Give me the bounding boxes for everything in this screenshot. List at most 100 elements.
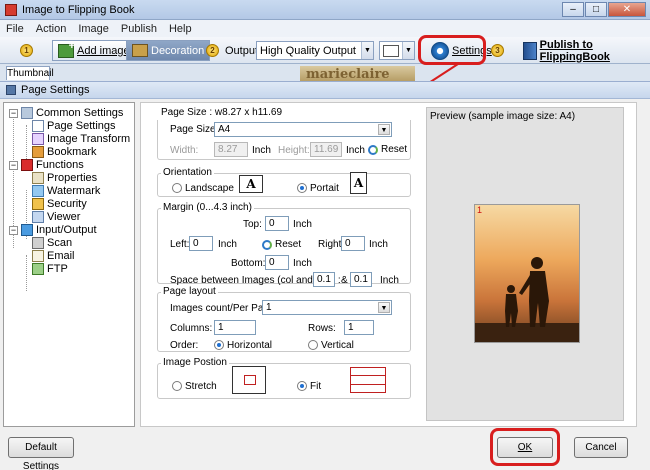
menu-action[interactable]: Action [36,23,67,35]
landscape-radio[interactable] [172,183,182,193]
settings-tree: − Common Settings Page Settings Image Tr… [3,102,135,427]
tree-item-viewer[interactable]: Viewer [32,211,80,223]
tree-label: FTP [47,263,68,275]
input-output-icon [21,224,33,236]
horizontal-radio[interactable] [214,340,224,350]
fit-label: Fit [310,381,322,392]
reset-icon [262,239,272,250]
stretch-radio[interactable] [172,381,182,391]
page-size-label: Page Size: [170,124,219,135]
portrait-page-icon: A [350,172,367,194]
margin-top-input[interactable]: 0 [265,216,289,231]
tree-label: Watermark [47,185,101,197]
margin-top-unit: Inch [293,219,312,230]
lock-icon [32,198,44,210]
portrait-radio[interactable] [297,183,307,193]
height-input[interactable]: 11.69 [310,142,342,157]
tree-item-ftp[interactable]: FTP [32,263,68,275]
step-3-icon[interactable]: 3 [491,44,504,57]
margin-top-label: Top: [243,219,262,230]
book-icon [523,41,537,60]
rows-input[interactable]: 1 [344,320,374,335]
tree-item-page-settings[interactable]: Page Settings [32,120,116,132]
collapse-icon[interactable]: − [9,160,18,170]
tree-item-email[interactable]: Email [32,250,75,262]
add-image-icon [58,40,75,58]
chevron-down-icon: ▼ [361,42,373,59]
app-titlebar: Image to Flipping Book – □ ✕ [0,0,650,20]
menu-publish[interactable]: Publish [121,23,157,35]
minimize-button[interactable]: – [562,2,584,17]
settings-folder-icon [21,107,33,119]
margin-right-unit: Inch [369,239,388,250]
tree-label: Functions [36,159,84,171]
columns-label: Columns: [170,323,213,334]
margin-left-unit: Inch [218,239,237,250]
menu-file[interactable]: File [6,23,24,35]
images-count-label: Images count/Per Page [170,303,275,314]
columns-input[interactable]: 1 [214,320,256,335]
page-size-select[interactable]: A4 ▼ [214,122,392,137]
step-1-icon[interactable]: 1 [20,44,33,57]
close-button[interactable]: ✕ [608,2,646,17]
tree-item-scan[interactable]: Scan [32,237,72,249]
images-count-select[interactable]: 1 ▼ [262,300,392,315]
publish-label: Publish to FlippingBook [539,38,610,63]
publish-button[interactable]: Publish to FlippingBook [518,38,650,63]
add-image-label: Add image [77,44,130,57]
horizontal-label: Horizontal [227,340,273,351]
decoration-icon [132,44,148,57]
tree-item-input-output[interactable]: − Input/Output [9,224,97,236]
silhouette-image [475,257,579,342]
tree-item-image-transform[interactable]: Image Transform [32,133,130,145]
maximize-button[interactable]: □ [585,2,607,17]
margin-bottom-input[interactable]: 0 [265,255,289,270]
thumbnail-strip-text: marieclaire [306,67,390,82]
ok-highlight-ring [490,428,560,466]
add-image-button[interactable]: Add image [52,40,136,61]
output-value: High Quality Output [260,44,356,57]
menu-help[interactable]: Help [169,23,192,35]
tree-label: Input/Output [36,224,97,236]
fit-radio[interactable] [297,381,307,391]
tree-item-security[interactable]: Security [32,198,87,210]
tree-label: Security [47,198,87,210]
spacing-row-input[interactable]: 0.1 [350,272,372,287]
vertical-label: Vertical [321,340,354,351]
tree-label: Scan [47,237,73,249]
tree-item-bookmark[interactable]: Bookmark [32,146,97,158]
step-2-icon[interactable]: 2 [206,44,219,57]
window-controls: – □ ✕ [562,2,646,17]
collapse-icon[interactable]: − [9,108,18,118]
collapse-icon[interactable]: − [9,225,18,235]
tree-item-watermark[interactable]: Watermark [32,185,100,197]
default-settings-button[interactable]: Default Settings [8,437,74,470]
tree-item-common-settings[interactable]: − Common Settings [9,107,123,119]
fit-mode-icon [350,367,386,393]
spacing-col-input[interactable]: 0.1 [313,272,335,287]
image-position-group: Image Postion Stretch Fit [157,357,411,399]
images-count-value: 1 [266,302,272,313]
menu-image[interactable]: Image [78,23,109,35]
preview-panel: Preview (sample image size: A4) 1 [426,107,624,421]
margin-left-input[interactable]: 0 [189,236,213,251]
page-size-group: Page Size: A4 ▼ Width: 8.27 Inch Height:… [157,120,411,160]
vertical-radio[interactable] [308,340,318,350]
thumbnail-strip: marieclaire [300,66,415,82]
margin-reset-button[interactable]: Reset [262,239,301,250]
page-settings-panel: Page Size : w8.27 x h11.69 Page Size: A4… [140,102,637,427]
width-input[interactable]: 8.27 [214,142,248,157]
orientation-group: Orientation Landscape A Portait A [157,167,411,197]
tree-label: Common Settings [36,107,124,119]
chevron-down-icon: ▼ [378,124,390,135]
decoration-button[interactable]: Decoration [126,40,211,61]
tab-thumbnail[interactable]: Thumbnail [6,66,54,80]
tree-item-properties[interactable]: Properties [32,172,97,184]
scanner-icon [32,237,44,249]
output-select[interactable]: High Quality Output ▼ [256,41,374,60]
tree-item-functions[interactable]: − Functions [9,159,84,171]
margin-right-input[interactable]: 0 [341,236,365,251]
page-size-reset-button[interactable]: Reset [368,144,407,155]
cancel-button[interactable]: Cancel [574,437,628,458]
chevron-down-icon: ▼ [402,42,414,59]
